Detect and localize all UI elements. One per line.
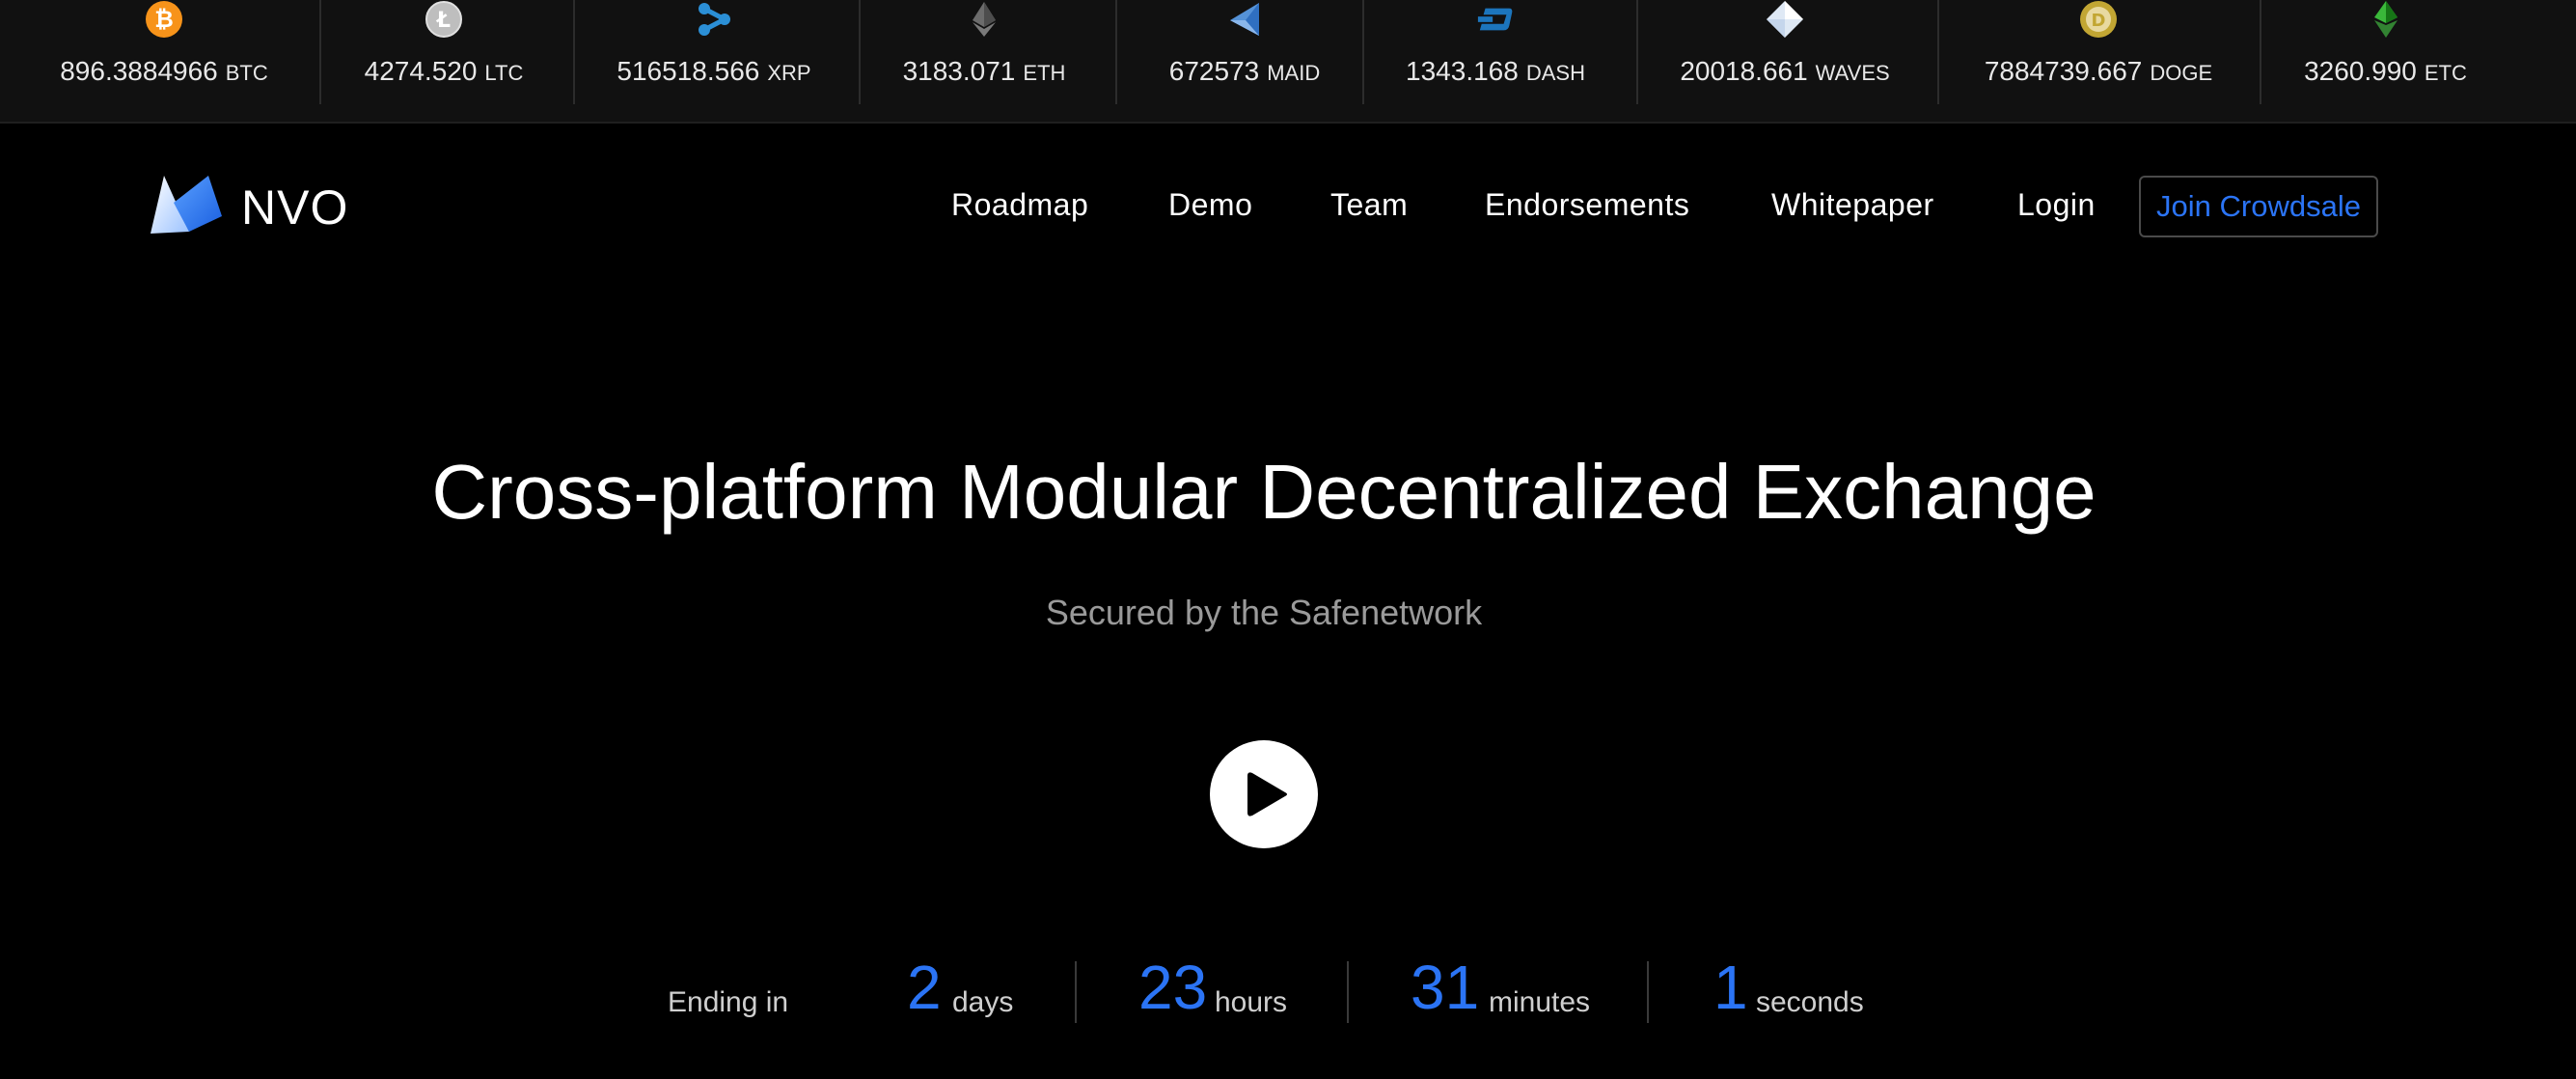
countdown-seconds-value: 1 — [1713, 953, 1748, 1022]
ripple-icon — [695, 2, 733, 37]
svg-text:D: D — [2092, 11, 2106, 31]
ticker-item-btc: ₿ 896.3884966 BTC — [43, 0, 285, 106]
countdown-minutes-value: 31 — [1411, 953, 1480, 1022]
join-crowdsale-button[interactable]: Join Crowdsale — [2139, 176, 2378, 237]
nav-demo[interactable]: Demo — [1168, 187, 1252, 223]
ticker-divider — [859, 0, 861, 104]
ticker-value: 896.3884966 — [60, 56, 218, 86]
ticker-item-xrp: 516518.566 XRP — [593, 0, 835, 106]
ticker-symbol: ETC — [2424, 61, 2467, 85]
nav-whitepaper[interactable]: Whitepaper — [1771, 187, 1934, 223]
dogecoin-icon: D — [2079, 1, 2118, 38]
ticker-value: 20018.661 — [1680, 56, 1808, 86]
ticker-divider — [573, 0, 575, 104]
ticker-symbol: WAVES — [1815, 61, 1890, 85]
ethereum-icon — [965, 2, 1003, 37]
waves-icon — [1766, 1, 1804, 38]
play-icon — [1247, 772, 1287, 816]
nvo-logo[interactable] — [147, 174, 224, 239]
hero-headline: Cross-platform Modular Decentralized Exc… — [431, 449, 2096, 535]
ticker-value: 7884739.667 — [1984, 56, 2143, 86]
ticker-divider — [1362, 0, 1364, 104]
ticker-value: 516518.566 — [617, 56, 760, 86]
countdown-divider — [1647, 961, 1649, 1023]
countdown-divider — [1075, 961, 1077, 1023]
ticker-symbol: DOGE — [2150, 61, 2213, 85]
ticker-value: 1343.168 — [1406, 56, 1519, 86]
ticker-symbol: LTC — [484, 61, 524, 85]
ticker-item-dash: 1343.168 DASH — [1380, 0, 1611, 106]
svg-text:₿: ₿ — [154, 6, 174, 33]
countdown-minutes-unit: minutes — [1489, 986, 1591, 1018]
svg-text:Ł: Ł — [436, 9, 451, 33]
countdown-seconds-unit: seconds — [1756, 986, 1864, 1018]
countdown-hours-value: 23 — [1138, 953, 1208, 1022]
litecoin-icon: Ł — [425, 1, 463, 38]
ticker-symbol: ETH — [1023, 61, 1066, 85]
ticker-value: 3183.071 — [902, 56, 1016, 86]
nav-login[interactable]: Login — [2017, 187, 2096, 223]
hero-subline: Secured by the Safenetwork — [1045, 593, 1483, 632]
brand-name[interactable]: NVO — [241, 180, 348, 235]
ticker-divider — [1937, 0, 1939, 104]
dash-icon — [1476, 2, 1515, 37]
nav-endorsements[interactable]: Endorsements — [1485, 187, 1689, 223]
ticker-symbol: DASH — [1525, 61, 1585, 85]
ticker-divider — [319, 0, 321, 104]
ticker-value: 3260.990 — [2304, 56, 2417, 86]
ethereum-classic-icon — [2367, 1, 2405, 38]
ticker-value: 672573 — [1168, 56, 1260, 86]
ticker-item-doge: D 7884739.667 DOGE — [1963, 0, 2233, 106]
ticker-item-etc: 3260.990 ETC — [2282, 0, 2489, 106]
ticker-item-waves: 20018.661 WAVES — [1659, 0, 1910, 106]
ticker-symbol: MAID — [1267, 61, 1321, 85]
ticker-symbol: BTC — [225, 61, 268, 85]
ticker-divider — [1115, 0, 1117, 104]
ticker-divider — [1636, 0, 1638, 104]
nav-team[interactable]: Team — [1330, 187, 1408, 223]
ticker-item-ltc: Ł 4274.520 LTC — [333, 0, 555, 106]
countdown-hours-unit: hours — [1215, 986, 1288, 1018]
ticker-item-maid: 672573 MAID — [1129, 0, 1360, 106]
maidsafe-icon — [1225, 2, 1264, 37]
countdown-divider — [1347, 961, 1349, 1023]
bitcoin-icon: ₿ — [145, 1, 183, 38]
ticker-value: 4274.520 — [364, 56, 478, 86]
play-video-button[interactable] — [1210, 740, 1318, 848]
countdown-days-value: 2 — [907, 953, 942, 1022]
countdown-days-unit: days — [952, 986, 1014, 1018]
ticker-divider — [2260, 0, 2261, 104]
ticker-item-eth: 3183.071 ETH — [873, 0, 1095, 106]
ticker-symbol: XRP — [767, 61, 811, 85]
nav-roadmap[interactable]: Roadmap — [951, 187, 1088, 223]
price-ticker: ₿ 896.3884966 BTC Ł 4274.520 LTC 516518.56… — [0, 0, 2576, 124]
countdown-label: Ending in — [668, 986, 789, 1018]
